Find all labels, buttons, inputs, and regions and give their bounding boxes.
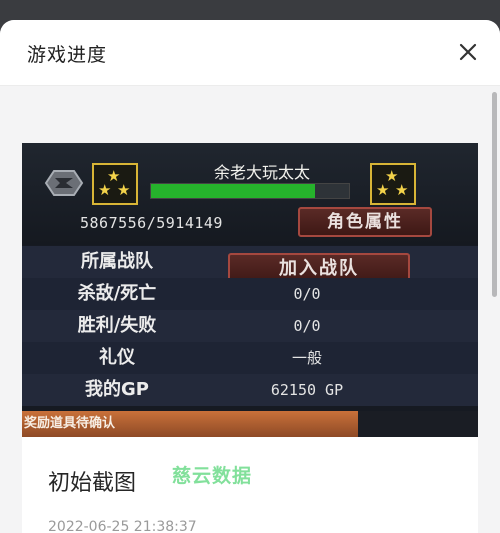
stat-value: 0/0 (293, 285, 321, 303)
stat-label: 我的GP (85, 379, 149, 400)
stat-label: 胜利/失败 (77, 315, 157, 336)
stat-row-gp: 我的GP 62150 GP (22, 374, 478, 406)
stat-value: 0/0 (293, 317, 321, 335)
background-strip (0, 0, 500, 22)
experience-bar (150, 183, 350, 199)
rank-stars-icon: ★ ★ ★ (92, 163, 138, 205)
stat-label: 杀敌/死亡 (77, 283, 157, 304)
game-emblem-icon (44, 170, 84, 196)
stat-row-etiquette: 礼仪 一般 (22, 342, 478, 374)
experience-bar-fill (151, 184, 316, 198)
watermark: 慈云数据 (172, 465, 253, 487)
character-attributes-button: 角色属性 (298, 207, 432, 237)
scrollbar[interactable] (492, 92, 497, 297)
card-timestamp: 2022-06-25 21:38:37 (48, 519, 197, 533)
game-screenshot: ★ ★ ★ 余老大玩太太 ★ ★ ★ 5867556/5914149 角色属性 (22, 143, 478, 437)
stat-value: 62150 GP (270, 381, 344, 399)
reward-banner: 奖励道具待确认 (22, 411, 358, 437)
sheet-title: 游戏进度 (27, 44, 108, 66)
close-icon[interactable] (452, 36, 484, 68)
stat-label: 所属战队 (81, 251, 153, 272)
experience-value: 5867556/5914149 (80, 214, 223, 232)
stat-label: 礼仪 (99, 347, 135, 368)
sheet-header: 游戏进度 (0, 20, 500, 86)
content-scroll-area[interactable]: ★ ★ ★ 余老大玩太太 ★ ★ ★ 5867556/5914149 角色属性 (0, 86, 500, 533)
stat-row-kd: 杀敌/死亡 0/0 (22, 278, 478, 310)
player-name: 余老大玩太太 (213, 163, 310, 182)
card-title: 初始截图 (48, 471, 137, 496)
rank-stars-icon: ★ ★ ★ (370, 163, 416, 205)
reward-banner-gap (358, 411, 478, 437)
stat-value: 一般 (291, 349, 322, 367)
stat-row-win-loss: 胜利/失败 0/0 (22, 310, 478, 342)
progress-card[interactable]: ★ ★ ★ 余老大玩太太 ★ ★ ★ 5867556/5914149 角色属性 (22, 143, 478, 533)
profile-panel: ★ ★ ★ 余老大玩太太 ★ ★ ★ 5867556/5914149 角色属性 (22, 143, 478, 245)
bottom-sheet: 游戏进度 ★ ★ ★ 余老大玩太太 ★ ★ ★ 5867556/5914149 … (0, 20, 500, 533)
